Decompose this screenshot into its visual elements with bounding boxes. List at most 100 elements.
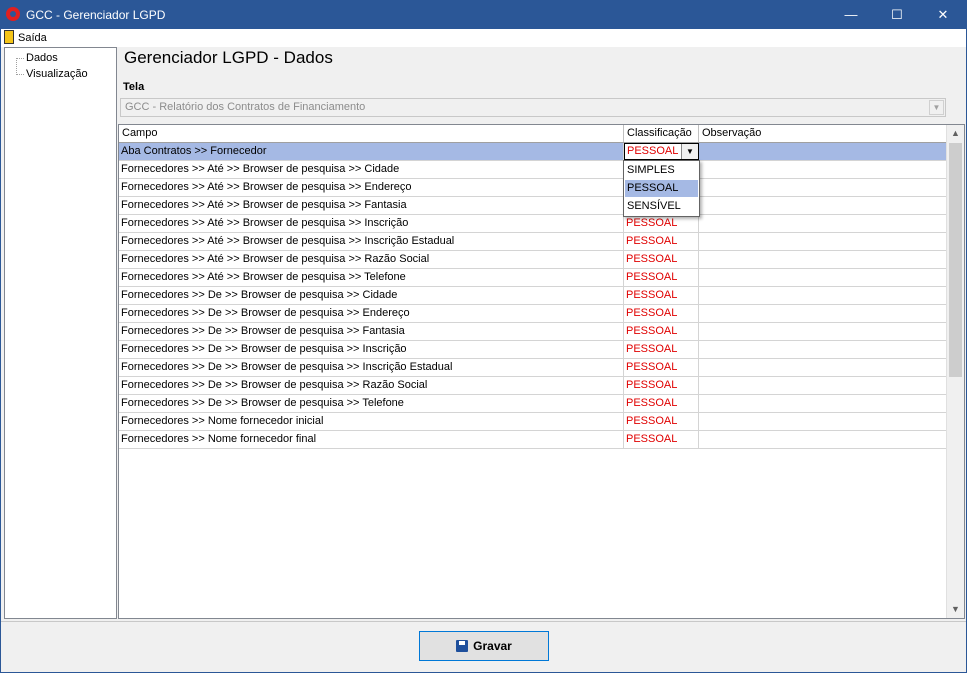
tela-combobox[interactable]: GCC - Relatório dos Contratos de Financi… — [120, 98, 946, 117]
tela-value: GCC - Relatório dos Contratos de Financi… — [125, 101, 366, 113]
table-row[interactable]: Fornecedores >> De >> Browser de pesquis… — [119, 323, 948, 341]
column-header-classificacao[interactable]: Classificação — [624, 125, 699, 142]
cell-classificacao[interactable]: PESSOAL — [624, 305, 699, 322]
save-button[interactable]: Gravar — [419, 631, 549, 661]
cell-observacao[interactable] — [699, 197, 948, 214]
cell-observacao[interactable] — [699, 215, 948, 232]
cell-campo[interactable]: Fornecedores >> De >> Browser de pesquis… — [119, 359, 624, 376]
cell-campo[interactable]: Fornecedores >> De >> Browser de pesquis… — [119, 341, 624, 358]
column-header-observacao[interactable]: Observação — [699, 125, 948, 142]
cell-observacao[interactable] — [699, 287, 948, 304]
option-sensivel[interactable]: SENSÍVEL — [625, 198, 698, 215]
table-row[interactable]: Fornecedores >> Até >> Browser de pesqui… — [119, 197, 948, 215]
cell-classificacao[interactable]: PESSOAL — [624, 251, 699, 268]
option-pessoal[interactable]: PESSOAL — [625, 180, 698, 197]
table-row[interactable]: Fornecedores >> De >> Browser de pesquis… — [119, 377, 948, 395]
cell-campo[interactable]: Fornecedores >> De >> Browser de pesquis… — [119, 323, 624, 340]
column-header-campo[interactable]: Campo — [119, 125, 624, 142]
cell-observacao[interactable] — [699, 251, 948, 268]
cell-observacao[interactable] — [699, 305, 948, 322]
maximize-button[interactable]: ☐ — [874, 1, 920, 29]
floppy-disk-icon — [456, 639, 469, 652]
cell-campo[interactable]: Fornecedores >> De >> Browser de pesquis… — [119, 305, 624, 322]
cell-observacao[interactable] — [699, 143, 948, 160]
cell-campo[interactable]: Fornecedores >> Até >> Browser de pesqui… — [119, 197, 624, 214]
cell-classificacao[interactable]: PESSOAL — [624, 215, 699, 232]
cell-observacao[interactable] — [699, 395, 948, 412]
table-row[interactable]: Fornecedores >> Nome fornecedor final PE… — [119, 431, 948, 449]
classificacao-editor[interactable]: PESSOAL ▼ — [624, 143, 699, 160]
cell-campo[interactable]: Fornecedores >> De >> Browser de pesquis… — [119, 395, 624, 412]
title-bar: GCC - Gerenciador LGPD — ☐ ✕ — [1, 1, 966, 29]
tree-item-dados[interactable]: Dados — [15, 51, 58, 65]
table-row[interactable]: Fornecedores >> Até >> Browser de pesqui… — [119, 233, 948, 251]
minimize-button[interactable]: — — [828, 1, 874, 29]
table-row[interactable]: Fornecedores >> Até >> Browser de pesqui… — [119, 251, 948, 269]
footer-divider — [1, 621, 966, 622]
option-simples[interactable]: SIMPLES — [625, 162, 698, 179]
cell-observacao[interactable] — [699, 269, 948, 286]
vertical-scrollbar[interactable]: ▲ ▼ — [946, 125, 964, 618]
cell-campo[interactable]: Fornecedores >> Até >> Browser de pesqui… — [119, 161, 624, 178]
save-button-label: Gravar — [473, 639, 512, 653]
cell-observacao[interactable] — [699, 431, 948, 448]
classificacao-editor-value[interactable]: PESSOAL — [627, 144, 678, 159]
cell-campo[interactable]: Fornecedores >> Até >> Browser de pesqui… — [119, 269, 624, 286]
cell-classificacao[interactable]: PESSOAL — [624, 269, 699, 286]
cell-campo[interactable]: Fornecedores >> De >> Browser de pesquis… — [119, 287, 624, 304]
cell-classificacao[interactable]: PESSOAL — [624, 395, 699, 412]
table-row[interactable]: Fornecedores >> Nome fornecedor inicial … — [119, 413, 948, 431]
tree-item-visualizacao[interactable]: Visualização — [15, 67, 88, 81]
app-window: GCC - Gerenciador LGPD — ☐ ✕ Saída Dados… — [0, 0, 967, 673]
cell-observacao[interactable] — [699, 161, 948, 178]
exit-menu-item[interactable]: Saída — [4, 30, 51, 46]
table-row[interactable]: Aba Contratos >> Fornecedor PESSOAL ▼ — [119, 143, 948, 161]
gcc-logo-icon — [6, 7, 20, 21]
table-row[interactable]: Fornecedores >> Até >> Browser de pesqui… — [119, 161, 948, 179]
scroll-up-icon[interactable]: ▲ — [947, 125, 964, 142]
navigation-tree: Dados Visualização — [4, 47, 117, 619]
cell-observacao[interactable] — [699, 413, 948, 430]
table-row[interactable]: Fornecedores >> Até >> Browser de pesqui… — [119, 215, 948, 233]
classificacao-dropdown-list[interactable]: SIMPLES PESSOAL SENSÍVEL — [623, 160, 700, 217]
cell-classificacao[interactable]: PESSOAL — [624, 359, 699, 376]
cell-campo[interactable]: Fornecedores >> Nome fornecedor final — [119, 431, 624, 448]
cell-classificacao[interactable]: PESSOAL — [624, 431, 699, 448]
cell-classificacao[interactable]: PESSOAL — [624, 377, 699, 394]
tela-label: Tela — [123, 81, 145, 93]
table-row[interactable]: Fornecedores >> De >> Browser de pesquis… — [119, 359, 948, 377]
cell-observacao[interactable] — [699, 179, 948, 196]
chevron-down-icon[interactable]: ▼ — [681, 144, 698, 159]
table-row[interactable]: Fornecedores >> De >> Browser de pesquis… — [119, 341, 948, 359]
scrollbar-thumb[interactable] — [949, 143, 962, 377]
cell-classificacao[interactable]: PESSOAL — [624, 287, 699, 304]
menu-bar: Saída — [1, 29, 966, 47]
cell-campo[interactable]: Fornecedores >> Nome fornecedor inicial — [119, 413, 624, 430]
cell-observacao[interactable] — [699, 323, 948, 340]
table-row[interactable]: Fornecedores >> De >> Browser de pesquis… — [119, 395, 948, 413]
cell-campo[interactable]: Fornecedores >> Até >> Browser de pesqui… — [119, 233, 624, 250]
chevron-down-icon[interactable]: ▼ — [929, 100, 944, 115]
exit-door-icon — [4, 30, 14, 45]
cell-classificacao[interactable]: PESSOAL — [624, 413, 699, 430]
cell-observacao[interactable] — [699, 359, 948, 376]
cell-campo[interactable]: Fornecedores >> Até >> Browser de pesqui… — [119, 215, 624, 232]
cell-campo[interactable]: Aba Contratos >> Fornecedor — [119, 143, 624, 160]
scroll-down-icon[interactable]: ▼ — [947, 601, 964, 618]
cell-observacao[interactable] — [699, 377, 948, 394]
close-button[interactable]: ✕ — [920, 1, 966, 29]
cell-campo[interactable]: Fornecedores >> Até >> Browser de pesqui… — [119, 179, 624, 196]
table-row[interactable]: Fornecedores >> De >> Browser de pesquis… — [119, 305, 948, 323]
cell-classificacao[interactable]: PESSOAL — [624, 341, 699, 358]
data-grid[interactable]: Campo Classificação Observação Aba Contr… — [118, 124, 965, 619]
cell-classificacao[interactable]: PESSOAL — [624, 233, 699, 250]
cell-campo[interactable]: Fornecedores >> Até >> Browser de pesqui… — [119, 251, 624, 268]
cell-observacao[interactable] — [699, 233, 948, 250]
table-row[interactable]: Fornecedores >> Até >> Browser de pesqui… — [119, 269, 948, 287]
cell-observacao[interactable] — [699, 341, 948, 358]
cell-campo[interactable]: Fornecedores >> De >> Browser de pesquis… — [119, 377, 624, 394]
table-row[interactable]: Fornecedores >> Até >> Browser de pesqui… — [119, 179, 948, 197]
grid-header: Campo Classificação Observação — [119, 125, 948, 143]
cell-classificacao[interactable]: PESSOAL — [624, 323, 699, 340]
table-row[interactable]: Fornecedores >> De >> Browser de pesquis… — [119, 287, 948, 305]
